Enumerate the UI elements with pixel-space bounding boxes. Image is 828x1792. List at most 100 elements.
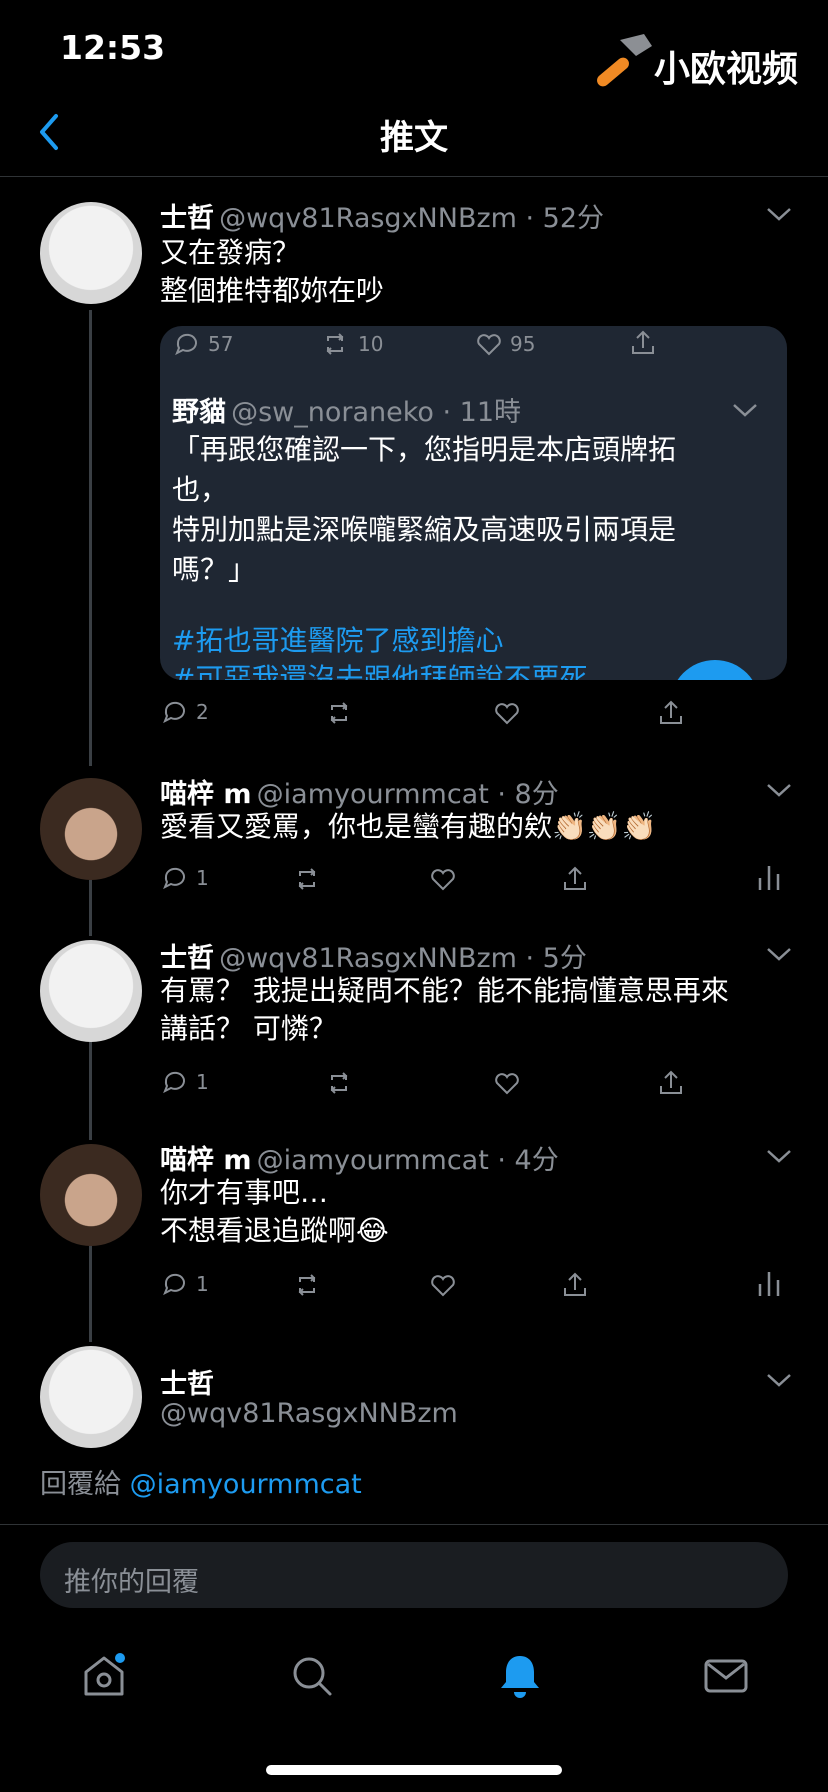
heart-icon — [477, 334, 501, 356]
reply-to-label: 回覆給 — [40, 1469, 121, 1500]
share-icon[interactable] — [628, 328, 658, 358]
author-name[interactable]: 喵梓 m — [160, 779, 252, 810]
floating-compose-button[interactable] — [670, 660, 760, 680]
page-title: 推文 — [380, 118, 448, 158]
author-name[interactable]: 喵梓 m — [160, 1145, 252, 1176]
quote-line: 也， — [172, 473, 229, 506]
reply-action[interactable]: 1 — [160, 1066, 209, 1098]
reply-divider — [0, 1524, 828, 1525]
retweet-icon — [326, 333, 344, 355]
tweet-header: 士哲 @wqv81RasgxNNBzm · 5分 — [160, 936, 587, 975]
author-meta: @iamyourmmcat · 8分 — [256, 779, 559, 810]
share-icon[interactable] — [560, 864, 590, 894]
retweet-icon[interactable] — [294, 864, 324, 894]
chevron-down-icon[interactable] — [766, 206, 792, 222]
reply-to-line: 回覆給 @iamyourmmcat — [40, 1462, 362, 1501]
home-indicator — [266, 1765, 562, 1775]
quote-line: 特別加點是深喉嚨緊縮及高速吸引兩項是 — [172, 513, 677, 546]
reply-count: 1 — [196, 1272, 209, 1296]
chevron-down-icon[interactable] — [766, 782, 792, 798]
reply-icon — [163, 701, 185, 724]
tweet-text: 你才有事吧… 不想看退追蹤啊😂 — [160, 1174, 389, 1250]
tweet-header: 喵梓 m @iamyourmmcat · 8分 — [160, 772, 559, 811]
hashtag-link[interactable]: #拓也哥進醫院了感到擔心 — [172, 622, 503, 660]
avatar[interactable] — [40, 778, 142, 880]
avatar[interactable] — [40, 1144, 142, 1246]
quote-text: 「再跟您確認一下，您指明是本店頭牌拓 也， 特別加點是深喉嚨緊縮及高速吸引兩項是… — [172, 430, 676, 590]
heart-icon[interactable] — [428, 1270, 458, 1300]
reply-count: 57 — [208, 332, 234, 356]
header-divider — [0, 176, 828, 177]
quote-like-action[interactable]: 95 — [474, 328, 535, 360]
chevron-down-icon[interactable] — [766, 1372, 792, 1388]
analytics-icon[interactable] — [756, 1268, 782, 1298]
tweet-text: 又在發病？ 整個推特都妳在吵 — [160, 234, 384, 310]
tweet-header: 士哲 @wqv81RasgxNNBzm · 52分 — [160, 196, 604, 235]
avatar[interactable] — [40, 202, 142, 304]
reply-icon — [163, 867, 185, 890]
search-icon[interactable] — [288, 1652, 336, 1700]
reply-to-handle[interactable]: @iamyourmmcat — [130, 1469, 362, 1500]
author-name[interactable]: 士哲 — [160, 203, 214, 234]
reply-icon — [163, 1273, 185, 1296]
quote-header: 野貓 @sw_noraneko · 11時 — [172, 390, 521, 429]
reply-placeholder: 推你的回覆 — [64, 1567, 199, 1598]
author-meta: @iamyourmmcat · 4分 — [256, 1145, 559, 1176]
focused-author-name[interactable]: 士哲 — [160, 1362, 214, 1401]
retweet-icon[interactable] — [326, 1068, 356, 1098]
reply-icon — [163, 1071, 185, 1094]
thread-line — [89, 1246, 92, 1342]
chevron-down-icon[interactable] — [766, 946, 792, 962]
reply-count: 1 — [196, 866, 209, 890]
heart-icon[interactable] — [492, 1068, 522, 1098]
retweet-count: 10 — [358, 332, 384, 356]
home-icon[interactable] — [80, 1652, 128, 1700]
tweet-line: 又在發病？ — [160, 236, 301, 269]
tweet-line: 有罵？ 我提出疑問不能？能不能搞懂意思再來 — [160, 974, 729, 1007]
share-icon[interactable] — [560, 1270, 590, 1300]
status-time: 12:53 — [60, 28, 166, 67]
tweet-text: 有罵？ 我提出疑問不能？能不能搞懂意思再來 講話？ 可憐？ — [160, 972, 729, 1048]
quote-author-meta: @sw_noraneko · 11時 — [231, 397, 522, 428]
reply-icon — [175, 333, 197, 356]
quote-reply-action[interactable]: 57 — [172, 328, 233, 360]
quote-tweet-card[interactable]: 57 10 95 野貓 @sw_noraneko · 11時 「再跟您確認一下，… — [160, 326, 787, 680]
watermark-text: 小欧视频 — [654, 49, 799, 90]
heart-icon[interactable] — [428, 864, 458, 894]
quote-line: 「再跟您確認一下，您指明是本店頭牌拓 — [172, 433, 677, 466]
author-meta: @wqv81RasgxNNBzm · 5分 — [219, 943, 587, 974]
reply-action[interactable]: 1 — [160, 862, 209, 894]
heart-icon[interactable] — [492, 698, 522, 728]
thread-line — [89, 310, 92, 766]
tweet-header: 喵梓 m @iamyourmmcat · 4分 — [160, 1138, 559, 1177]
retweet-icon[interactable] — [326, 698, 356, 728]
hammer-icon — [597, 34, 652, 87]
avatar[interactable] — [40, 1346, 142, 1448]
quote-line: 嗎？」 — [172, 553, 257, 586]
reply-action[interactable]: 2 — [160, 696, 209, 728]
messages-icon[interactable] — [702, 1652, 750, 1700]
like-count: 95 — [510, 332, 536, 356]
share-icon[interactable] — [656, 1068, 686, 1098]
tweet-line: 整個推特都妳在吵 — [160, 274, 385, 307]
retweet-icon[interactable] — [294, 1270, 324, 1300]
chevron-down-icon[interactable] — [732, 402, 758, 418]
author-meta: @wqv81RasgxNNBzm · 52分 — [219, 203, 605, 234]
share-icon[interactable] — [656, 698, 686, 728]
tweet-line: 不想看退追蹤啊😂 — [160, 1214, 389, 1247]
reply-count: 1 — [196, 1070, 209, 1094]
tweet-line: 你才有事吧… — [160, 1176, 329, 1209]
quote-author-name[interactable]: 野貓 — [172, 397, 226, 428]
quote-retweet-action[interactable]: 10 — [322, 328, 383, 360]
author-name[interactable]: 士哲 — [160, 943, 214, 974]
chevron-down-icon[interactable] — [766, 1148, 792, 1164]
reply-count: 2 — [196, 700, 209, 724]
avatar[interactable] — [40, 940, 142, 1042]
hashtag-link[interactable]: #可惡我還沒去跟他拜師說不要死 — [172, 660, 587, 680]
thread-line — [89, 1042, 92, 1140]
tweet-text: 愛看又愛罵，你也是蠻有趣的欸👏🏻👏🏻👏🏻 — [160, 810, 657, 843]
thread-line — [89, 880, 92, 936]
analytics-icon[interactable] — [756, 862, 782, 892]
notifications-icon[interactable] — [496, 1652, 544, 1700]
reply-action[interactable]: 1 — [160, 1268, 209, 1300]
